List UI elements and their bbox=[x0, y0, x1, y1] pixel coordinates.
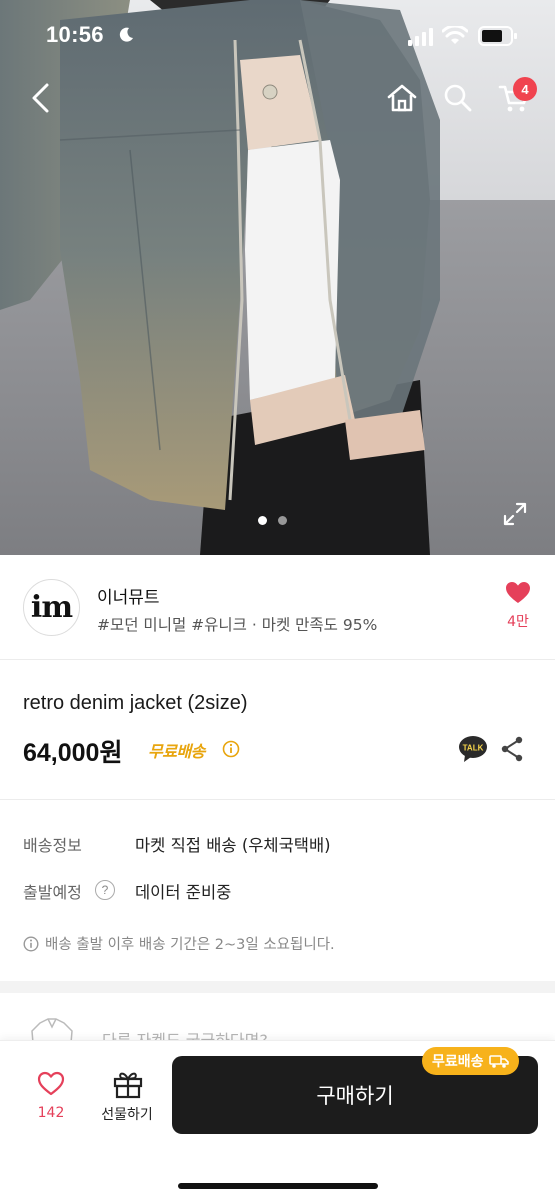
gift-button[interactable] bbox=[98, 1069, 158, 1103]
home-indicator[interactable] bbox=[178, 1183, 378, 1189]
kakao-talk-icon[interactable]: TALK bbox=[458, 734, 488, 764]
back-button[interactable] bbox=[20, 78, 60, 118]
gallery-dot[interactable] bbox=[278, 516, 287, 525]
free-shipping-badge: 무료배송 bbox=[422, 1047, 519, 1075]
cellular-signal-icon bbox=[408, 28, 433, 46]
gift-icon bbox=[113, 1072, 143, 1099]
info-circle-icon bbox=[23, 935, 39, 952]
share-icon[interactable] bbox=[500, 736, 524, 762]
like-button[interactable] bbox=[28, 1071, 74, 1101]
shop-logo[interactable]: im bbox=[23, 579, 80, 636]
search-button[interactable] bbox=[438, 78, 478, 118]
related-items-section[interactable]: 다른 자켓도 궁금하다면? bbox=[0, 993, 555, 1043]
shop-logo-text: im bbox=[30, 590, 73, 625]
bottom-action-bar: 142 선물하기 구매하기 무료배송 bbox=[0, 1040, 555, 1200]
shop-info-row[interactable]: im 이너뮤트 #모던 미니멀 #유니크 · 마켓 만족도 95% 4만 bbox=[0, 555, 555, 660]
heart-outline-icon bbox=[37, 1071, 65, 1096]
status-time: 10:56 bbox=[46, 22, 104, 47]
shop-favorite-heart-icon[interactable] bbox=[505, 581, 531, 605]
product-image-gallery[interactable]: 10:56 4 bbox=[0, 0, 555, 555]
delivery-notice-text: 배송 출발 이후 배송 기간은 2~3일 소요됩니다. bbox=[45, 937, 335, 953]
shop-name[interactable]: 이너뮤트 bbox=[97, 583, 160, 608]
shipping-info-icon[interactable] bbox=[222, 740, 240, 758]
shop-favorite-count: 4만 bbox=[507, 614, 529, 630]
shop-tags: #모던 미니멀 #유니크 · 마켓 만족도 95% bbox=[97, 616, 378, 634]
search-icon bbox=[444, 84, 472, 112]
free-shipping-label: 무료배송 bbox=[148, 742, 205, 761]
free-shipping-badge-text: 무료배송 bbox=[432, 1054, 484, 1070]
gift-label: 선물하기 bbox=[101, 1107, 153, 1123]
jacket-thumbnail-icon bbox=[31, 1018, 73, 1043]
wifi-icon bbox=[442, 26, 468, 44]
section-divider bbox=[0, 981, 555, 993]
home-button[interactable] bbox=[382, 78, 422, 118]
gallery-dot-active[interactable] bbox=[258, 516, 267, 525]
product-summary: retro denim jacket (2size) 64,000원 무료배송 … bbox=[0, 661, 555, 800]
buy-button-label: 구매하기 bbox=[316, 1084, 394, 1108]
cart-count-badge: 4 bbox=[513, 77, 537, 101]
delivery-notice: 배송 출발 이후 배송 기간은 2~3일 소요됩니다. bbox=[23, 933, 335, 954]
expand-fullscreen-icon[interactable] bbox=[502, 501, 528, 527]
talk-label: TALK bbox=[463, 744, 484, 753]
product-title: retro denim jacket (2size) bbox=[23, 692, 248, 714]
delivery-info: 배송정보 마켓 직접 배송 (우체국택배) 출발예정 ? 데이터 준비중 배송 … bbox=[0, 801, 555, 981]
delivery-info-value: 마켓 직접 배송 (우체국택배) bbox=[135, 836, 331, 855]
gallery-pagination bbox=[258, 516, 287, 525]
delivery-truck-icon bbox=[488, 1055, 509, 1068]
like-count: 142 bbox=[37, 1105, 65, 1121]
departure-estimate-label: 출발예정 bbox=[23, 883, 82, 902]
battery-icon bbox=[478, 26, 517, 46]
product-price: 64,000원 bbox=[23, 739, 123, 767]
delivery-info-label: 배송정보 bbox=[23, 836, 82, 855]
help-question-icon[interactable]: ? bbox=[95, 880, 115, 900]
departure-estimate-value: 데이터 준비중 bbox=[135, 883, 232, 902]
home-icon bbox=[387, 84, 417, 112]
chevron-left-icon bbox=[32, 83, 49, 113]
do-not-disturb-moon-icon bbox=[119, 27, 133, 42]
